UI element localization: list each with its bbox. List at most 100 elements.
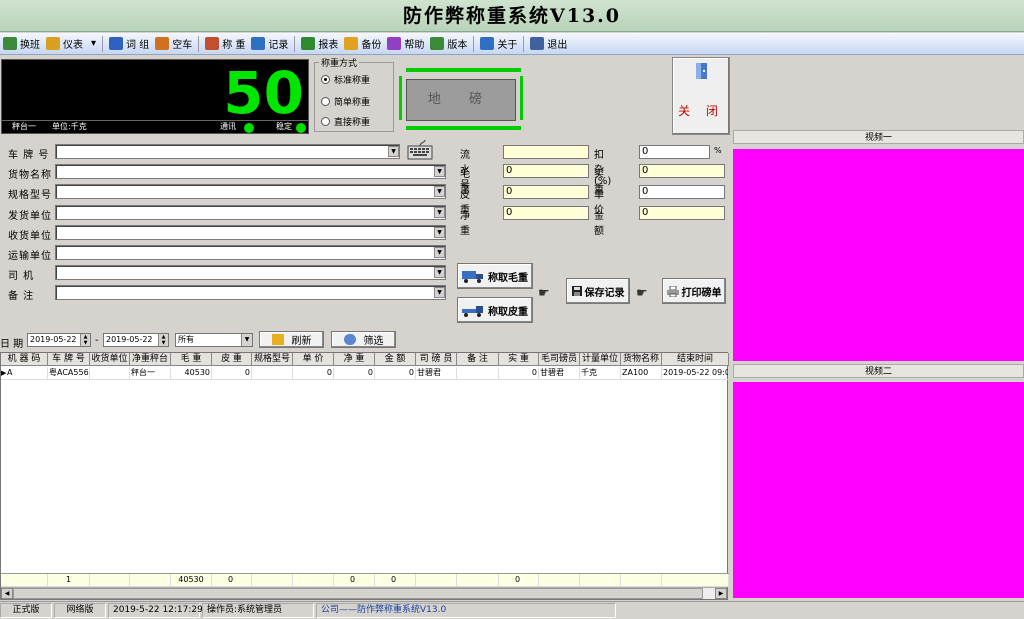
save-record-button[interactable]: 保存记录 <box>566 278 630 304</box>
column-header[interactable]: 净 重 <box>334 353 375 366</box>
chevron-down-icon[interactable]: ▼ <box>241 334 252 346</box>
chevron-down-icon[interactable]: ▼ <box>434 267 445 278</box>
column-header[interactable]: 司 磅 员 <box>416 353 457 366</box>
pen-icon <box>109 37 124 50</box>
filter-label: 筛选 <box>363 336 384 347</box>
column-header[interactable]: 结束时间 <box>662 353 729 366</box>
toolbar-button-7[interactable]: 备份 <box>341 34 384 54</box>
chevron-down-icon[interactable]: ▼ <box>434 166 445 177</box>
scroll-thumb[interactable] <box>13 588 703 599</box>
toolbar-button-9[interactable]: 版本 <box>427 34 470 54</box>
chevron-down-icon[interactable]: ▾ <box>91 38 96 49</box>
print-ticket-button[interactable]: 打印磅单 <box>662 278 726 304</box>
column-header[interactable]: 单 价 <box>293 353 334 366</box>
toolbar-button-6[interactable]: 报表 <box>298 34 341 54</box>
date-to-value: 2019-05-22 <box>106 335 153 344</box>
date-to-field[interactable]: 2019-05-22 ▲ ▼ <box>103 333 169 347</box>
column-header[interactable]: 金 额 <box>375 353 416 366</box>
column-header[interactable]: 皮 重 <box>212 353 252 366</box>
close-button[interactable]: 关 闭 <box>672 57 730 135</box>
driver-combo[interactable]: ▼ <box>55 265 446 280</box>
goods-combo[interactable]: ▼ <box>55 164 446 179</box>
toolbar-button-10[interactable]: 关于 <box>477 34 520 54</box>
radio-direct[interactable]: 直接称重 <box>321 115 370 128</box>
remark-combo[interactable]: ▼ <box>55 285 446 300</box>
filter-button[interactable]: 筛选 <box>331 331 396 348</box>
net-field[interactable]: 0 <box>503 206 589 220</box>
total-cell <box>130 574 171 587</box>
toolbar-button-5[interactable]: 记录 <box>248 34 291 54</box>
toolbar-button-1[interactable]: 仪表 ▾ <box>43 34 99 54</box>
column-header[interactable]: 毛司磅员 <box>539 353 580 366</box>
chevron-down-icon[interactable]: ▼ <box>388 146 399 157</box>
date-label: 日 期 <box>0 339 24 350</box>
toolbar-button-3[interactable]: 空车 <box>152 34 195 54</box>
toolbar-button-4[interactable]: 称 重 <box>202 34 248 54</box>
spec-combo[interactable]: ▼ <box>55 184 446 199</box>
camera2-view[interactable] <box>733 382 1024 598</box>
toolbar-label: 称 重 <box>222 40 246 51</box>
column-header[interactable]: 实 重 <box>499 353 539 366</box>
tare-field[interactable]: 0 <box>503 185 589 199</box>
radio-standard[interactable]: 标准称重 <box>321 73 370 86</box>
grid-header: 机 器 码车 牌 号收货单位 净重秤台毛 重皮 重规格型号单 价净 重金 额司 磅… <box>1 353 729 366</box>
refresh-button[interactable]: 刷新 <box>259 331 324 348</box>
weighbridge-indicator: 地 磅 <box>399 68 523 130</box>
column-header[interactable]: 净重秤台 <box>130 353 171 366</box>
video-panel: 视频一 视频二 <box>733 57 1024 599</box>
exit-icon <box>530 37 545 50</box>
column-header[interactable]: 货物名称 <box>621 353 662 366</box>
toolbar-button-2[interactable]: 词 组 <box>106 34 152 54</box>
scale-icon <box>205 37 220 50</box>
transport-combo[interactable]: ▼ <box>55 245 446 260</box>
sender-combo[interactable]: ▼ <box>55 205 446 220</box>
spin-icon[interactable]: ▲ ▼ <box>80 334 90 346</box>
chevron-down-icon[interactable]: ▼ <box>434 287 445 298</box>
help-icon <box>387 37 402 50</box>
deduct-field[interactable]: 0 <box>639 145 710 159</box>
amount-field[interactable]: 0 <box>639 206 725 220</box>
date-from-field[interactable]: 2019-05-22 ▲ ▼ <box>27 333 91 347</box>
total-cell: 40530 <box>171 574 212 587</box>
column-header[interactable]: 备 注 <box>457 353 499 366</box>
chevron-down-icon[interactable]: ▼ <box>434 247 445 258</box>
scope-select[interactable]: 所有 ▼ <box>175 333 253 347</box>
table-cell: 2019-05-22 09:0 <box>662 367 729 380</box>
toolbar-button-8[interactable]: 帮助 <box>384 34 427 54</box>
chevron-down-icon[interactable]: ▼ <box>434 207 445 218</box>
radio-simple[interactable]: 简单称重 <box>321 95 370 108</box>
column-header[interactable]: 毛 重 <box>171 353 212 366</box>
spin-icon[interactable]: ▲ ▼ <box>158 334 168 346</box>
camera2-title: 视频二 <box>733 364 1024 378</box>
scroll-right-icon[interactable]: ▶ <box>715 588 727 599</box>
weigh-gross-button[interactable]: 称取毛重 <box>457 263 533 289</box>
weigh-tare-button[interactable]: 称取皮重 <box>457 297 533 323</box>
toolbar-button-11[interactable]: 退出 <box>527 34 570 54</box>
chevron-down-icon[interactable]: ▼ <box>434 227 445 238</box>
column-header[interactable]: 机 器 码 <box>1 353 48 366</box>
plate-combo[interactable]: ▼ <box>55 144 400 159</box>
scroll-left-icon[interactable]: ◀ <box>1 588 13 599</box>
actual-field[interactable]: 0 <box>639 164 725 178</box>
gross-field[interactable]: 0 <box>503 164 589 178</box>
stable-led <box>296 122 306 134</box>
radio-simple-dot <box>321 97 330 106</box>
about-icon <box>480 37 495 50</box>
horizontal-scrollbar[interactable]: ◀ ▶ <box>1 587 727 599</box>
records-grid[interactable]: 机 器 码车 牌 号收货单位 净重秤台毛 重皮 重规格型号单 价净 重金 额司 磅… <box>0 352 729 600</box>
receiver-combo[interactable]: ▼ <box>55 225 446 240</box>
table-row[interactable]: A 粤ACA556 秤台一 40530 0 0 0 0 甘碧君 0 甘碧君 千克 ZA100 2019-0… <box>1 367 729 380</box>
weighbridge-platform: 地 磅 <box>406 79 516 121</box>
pointing-hand-icon: ☛ <box>538 286 550 301</box>
price-field[interactable]: 0 <box>639 185 725 199</box>
column-header[interactable]: 收货单位 <box>90 353 130 366</box>
serial-field[interactable] <box>503 145 589 159</box>
column-header[interactable]: 计量单位 <box>580 353 621 366</box>
keyboard-icon[interactable] <box>407 140 433 160</box>
camera1-view[interactable] <box>733 149 1024 361</box>
toolbar-button-0[interactable]: 换班 <box>0 34 43 54</box>
column-header[interactable]: 车 牌 号 <box>48 353 90 366</box>
chevron-down-icon[interactable]: ▼ <box>434 186 445 197</box>
receiver-row: 收货单位 ▼ <box>0 225 452 242</box>
column-header[interactable]: 规格型号 <box>252 353 293 366</box>
